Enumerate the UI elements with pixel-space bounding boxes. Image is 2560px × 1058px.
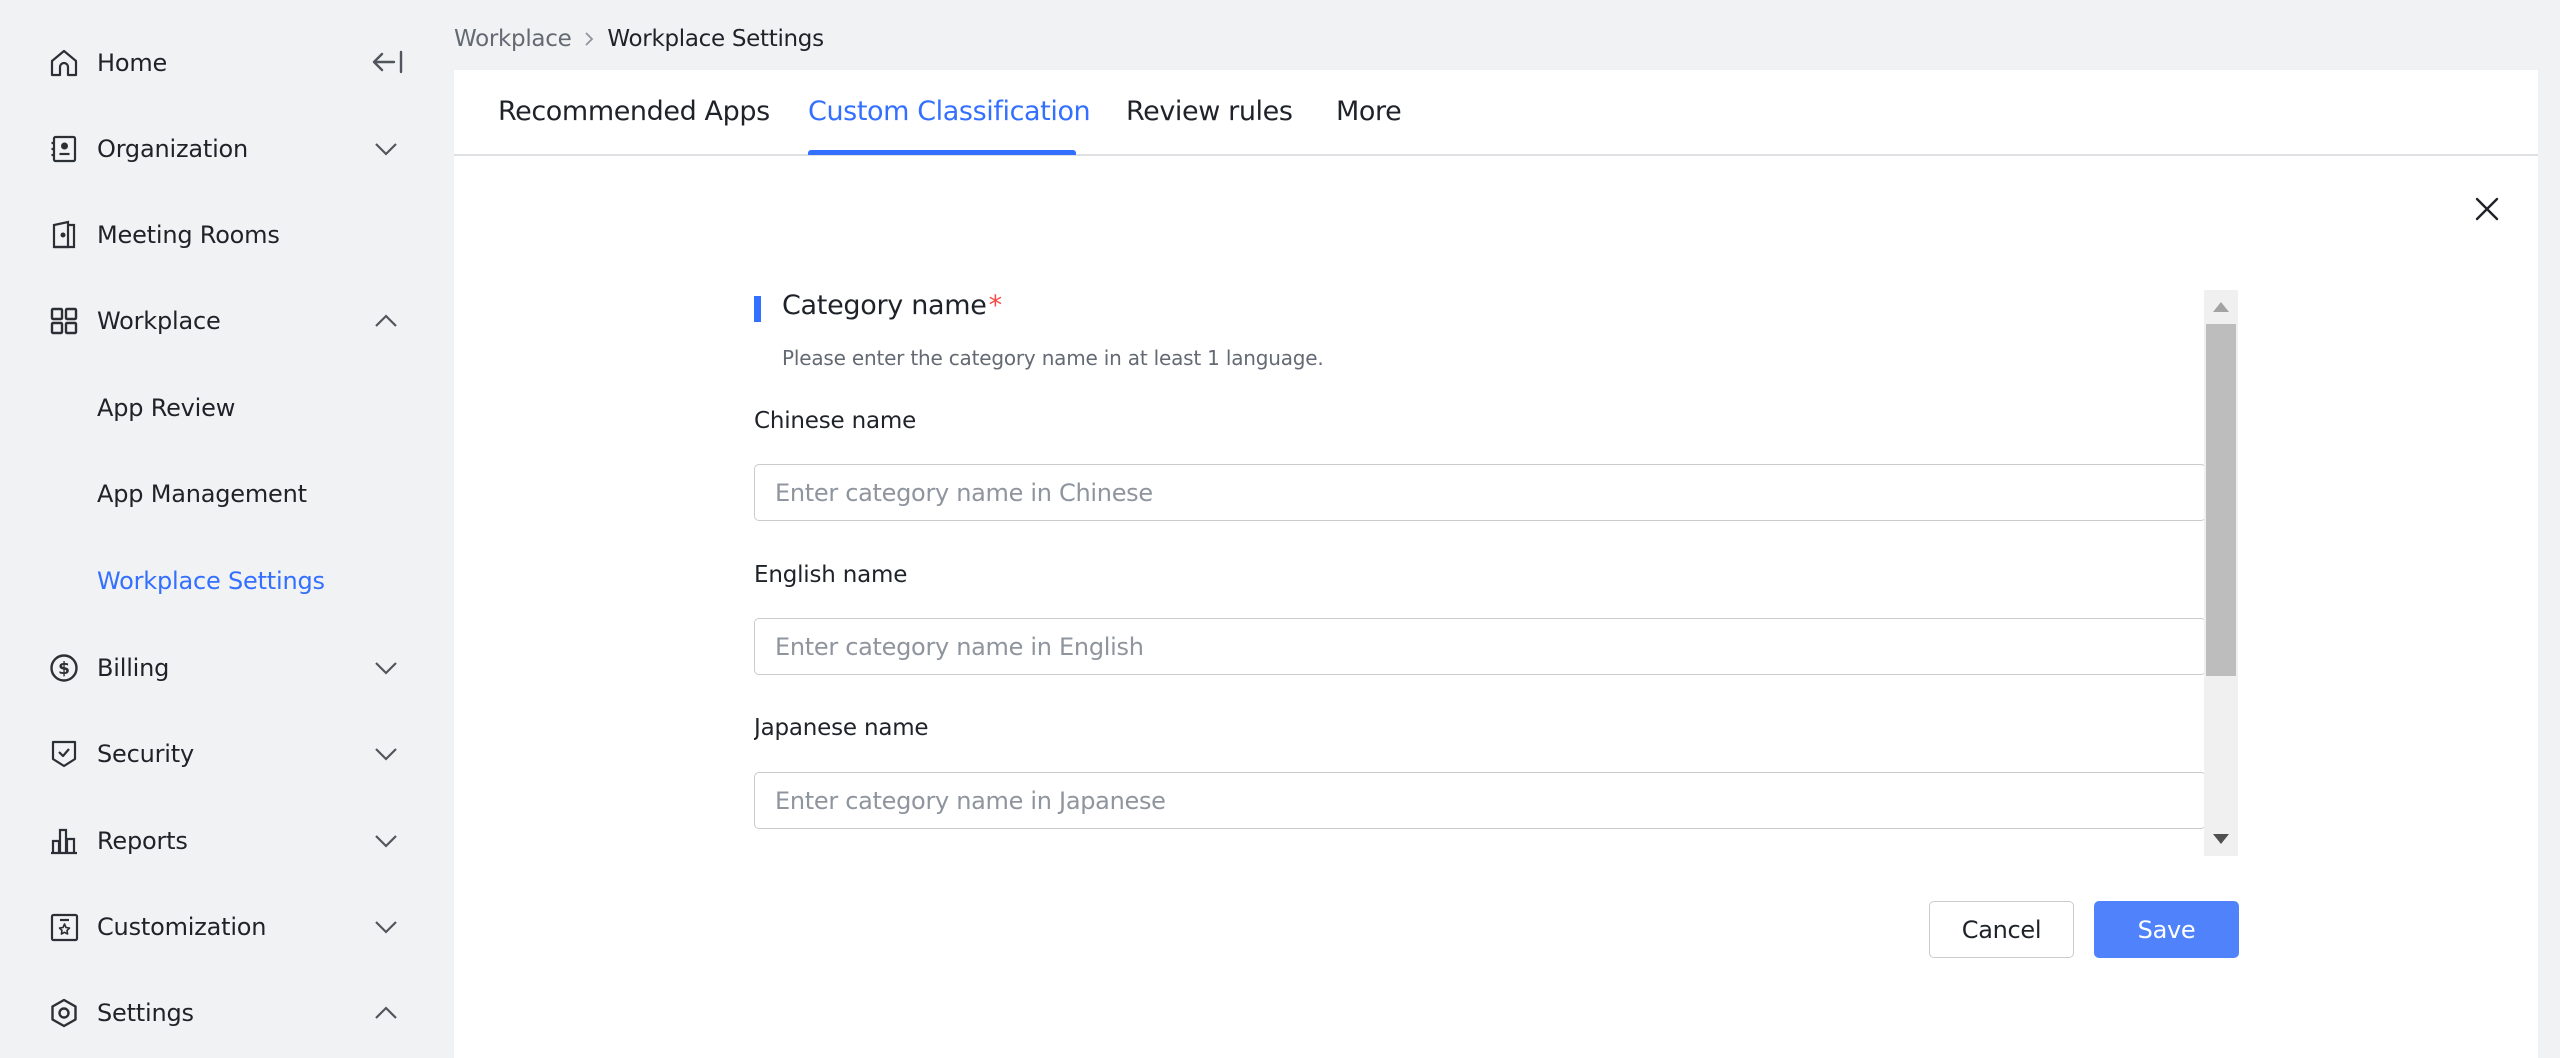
contacts-book-icon [48, 133, 80, 165]
sidebar-item-label: Billing [97, 654, 170, 682]
section-title: Category name* [782, 290, 1002, 321]
chevron-down-icon [375, 748, 397, 761]
sidebar-item-label: App Review [97, 394, 236, 422]
category-form: Category name* Please enter the category… [754, 290, 2238, 856]
close-icon [2472, 197, 2502, 228]
chinese-name-input[interactable] [754, 464, 2206, 521]
cancel-button[interactable]: Cancel [1929, 901, 2074, 958]
sidebar-item-label: App Management [97, 480, 307, 508]
collapse-sidebar-button[interactable] [370, 46, 406, 78]
chevron-down-icon [375, 921, 397, 934]
sidebar-item-organization[interactable]: Organization [0, 121, 454, 177]
tab-review-rules[interactable]: Review rules [1126, 96, 1293, 127]
grid-icon [48, 305, 80, 337]
scroll-down-button[interactable] [2204, 822, 2238, 856]
sidebar-item-label: Workplace [97, 307, 221, 335]
sidebar-item-label: Organization [97, 135, 249, 163]
sidebar-item-label: Workplace Settings [97, 567, 325, 595]
sidebar-item-meeting-rooms[interactable]: Meeting Rooms [0, 207, 454, 263]
scroll-up-button[interactable] [2204, 290, 2238, 324]
required-mark: * [988, 290, 1003, 321]
form-scrollbar[interactable] [2204, 290, 2238, 856]
triangle-down-icon [2213, 834, 2229, 844]
dollar-circle-icon: $ [48, 652, 80, 684]
tab-recommended-apps[interactable]: Recommended Apps [498, 96, 770, 127]
section-accent-bar [754, 296, 761, 322]
sidebar-item-app-management[interactable]: App Management [0, 466, 454, 522]
triangle-up-icon [2213, 302, 2229, 312]
chevron-up-icon [375, 1006, 397, 1019]
badge-star-icon [48, 911, 80, 943]
bar-chart-icon [48, 825, 80, 857]
sidebar-item-billing[interactable]: $ Billing [0, 640, 454, 696]
save-button[interactable]: Save [2094, 901, 2239, 958]
chevron-right-icon [585, 32, 594, 46]
sidebar-item-app-review[interactable]: App Review [0, 380, 454, 436]
section-title-text: Category name [782, 290, 987, 321]
japanese-name-label: Japanese name [754, 715, 929, 741]
main-panel: Recommended Apps Custom Classification R… [454, 70, 2538, 1058]
tab-more[interactable]: More [1336, 96, 1402, 127]
sidebar-item-workplace[interactable]: Workplace [0, 293, 454, 349]
chinese-name-label: Chinese name [754, 408, 917, 434]
sidebar-item-reports[interactable]: Reports [0, 813, 454, 869]
active-tab-indicator [808, 150, 1076, 155]
chevron-down-icon [375, 662, 397, 675]
sidebar-item-customization[interactable]: Customization [0, 899, 454, 955]
english-name-label: English name [754, 562, 908, 588]
japanese-name-input[interactable] [754, 772, 2206, 829]
hexagon-gear-icon [48, 997, 80, 1029]
chevron-up-icon [375, 314, 397, 327]
section-hint: Please enter the category name in at lea… [782, 346, 1324, 370]
tab-bar: Recommended Apps Custom Classification R… [454, 70, 2538, 156]
chevron-down-icon [375, 835, 397, 848]
door-icon [48, 219, 80, 251]
shield-check-icon [48, 738, 80, 770]
sidebar-item-security[interactable]: Security [0, 726, 454, 782]
breadcrumb: Workplace Workplace Settings [454, 22, 824, 56]
sidebar-item-label: Reports [97, 827, 188, 855]
sidebar-item-label: Meeting Rooms [97, 221, 280, 249]
sidebar-item-label: Customization [97, 913, 267, 941]
svg-text:$: $ [58, 659, 70, 679]
tab-custom-classification[interactable]: Custom Classification [808, 96, 1091, 127]
home-icon [48, 47, 80, 79]
breadcrumb-current: Workplace Settings [607, 26, 824, 52]
sidebar-item-label: Settings [97, 999, 194, 1027]
sidebar: Home Organization Meeting Rooms Workplac… [0, 0, 454, 1058]
collapse-left-icon [370, 50, 406, 82]
sidebar-item-label: Security [97, 740, 194, 768]
english-name-input[interactable] [754, 618, 2206, 675]
sidebar-item-workplace-settings[interactable]: Workplace Settings [0, 553, 454, 609]
close-button[interactable] [2472, 194, 2502, 224]
chevron-down-icon [375, 143, 397, 156]
scroll-thumb[interactable] [2206, 324, 2236, 676]
breadcrumb-parent-link[interactable]: Workplace [454, 26, 572, 52]
sidebar-item-settings[interactable]: Settings [0, 985, 454, 1041]
sidebar-item-label: Home [97, 49, 168, 77]
